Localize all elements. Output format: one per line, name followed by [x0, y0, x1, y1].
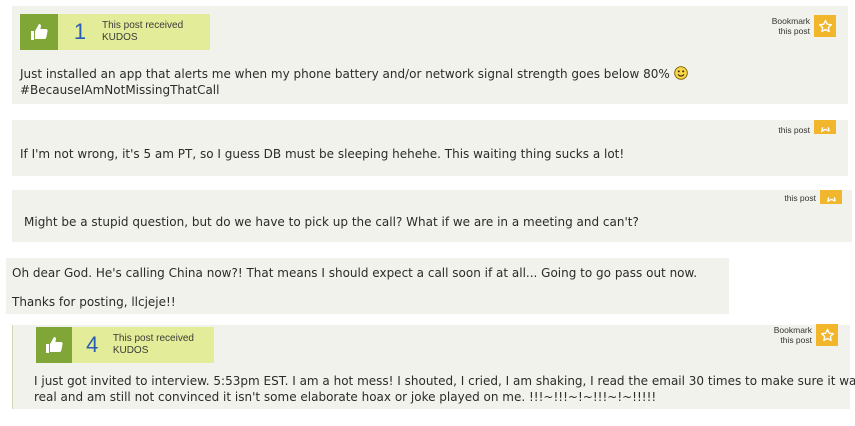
post-text-line: real and am still not convinced it isn't… — [34, 390, 657, 404]
bookmark-line2: this post — [784, 193, 816, 203]
post-text-line: #BecauseIAmNotMissingThatCall — [20, 83, 220, 97]
thumbs-up-icon[interactable] — [20, 14, 58, 50]
post-5: 4 This post received KUDOS Bookmark this… — [12, 324, 855, 409]
post-body: If I'm not wrong, it's 5 am PT, so I gue… — [20, 146, 624, 162]
quote-rule — [12, 325, 13, 409]
bookmark-label[interactable]: Bookmark this post — [774, 325, 812, 345]
post-text-line: Thanks for posting, llcjeje!! — [12, 295, 176, 309]
star-icon[interactable] — [814, 15, 836, 37]
post-body: Might be a stupid question, but do we ha… — [24, 214, 639, 230]
bookmark-label[interactable]: Bookmark this post — [772, 16, 810, 36]
post-3: this post Might be a stupid question, bu… — [12, 190, 852, 242]
bookmark-control[interactable]: Bookmark this post — [774, 324, 838, 346]
kudos-box: 1 This post received KUDOS — [20, 14, 210, 50]
post-1: 1 This post received KUDOS Bookmark this… — [12, 6, 848, 104]
post-body: Just installed an app that alerts me whe… — [20, 66, 688, 98]
post-2: this post If I'm not wrong, it's 5 am PT… — [12, 120, 848, 176]
bookmark-line2: this post — [780, 335, 812, 345]
post-text-line: If I'm not wrong, it's 5 am PT, so I gue… — [20, 147, 625, 161]
bookmark-line2: this post — [778, 26, 810, 36]
smiley-icon — [673, 66, 688, 80]
post-text-line: Might be a stupid question, but do we ha… — [24, 215, 639, 229]
bookmark-line1: Bookmark — [773, 325, 812, 335]
bookmark-control[interactable]: this post — [778, 120, 836, 135]
kudos-label: This post received KUDOS — [112, 333, 194, 356]
post-body: I just got invited to interview. 5:53pm … — [34, 373, 855, 405]
bookmark-label[interactable]: this post — [784, 193, 816, 203]
kudos-box: 4 This post received KUDOS — [36, 327, 214, 363]
star-icon[interactable] — [814, 120, 836, 134]
post-text-line: Oh dear God. He's calling China now?! Th… — [12, 266, 698, 280]
kudos-count: 4 — [86, 332, 99, 357]
post-body: Oh dear God. He's calling China now?! Th… — [12, 265, 697, 310]
star-icon[interactable] — [816, 324, 838, 346]
post-text-line: I just got invited to interview. 5:53pm … — [34, 374, 855, 388]
bookmark-label[interactable]: this post — [778, 125, 810, 135]
bookmark-control[interactable]: Bookmark this post — [772, 15, 836, 37]
star-icon[interactable] — [820, 190, 842, 204]
kudos-label: This post received KUDOS — [102, 20, 184, 43]
thumbs-up-icon[interactable] — [36, 327, 72, 363]
bookmark-line2: this post — [778, 125, 810, 135]
kudos-count: 1 — [73, 19, 87, 44]
post-4: Oh dear God. He's calling China now?! Th… — [6, 258, 729, 314]
bookmark-line1: Bookmark — [771, 16, 810, 26]
post-text-line: Just installed an app that alerts me whe… — [20, 67, 670, 81]
bookmark-control[interactable]: this post — [784, 190, 842, 204]
